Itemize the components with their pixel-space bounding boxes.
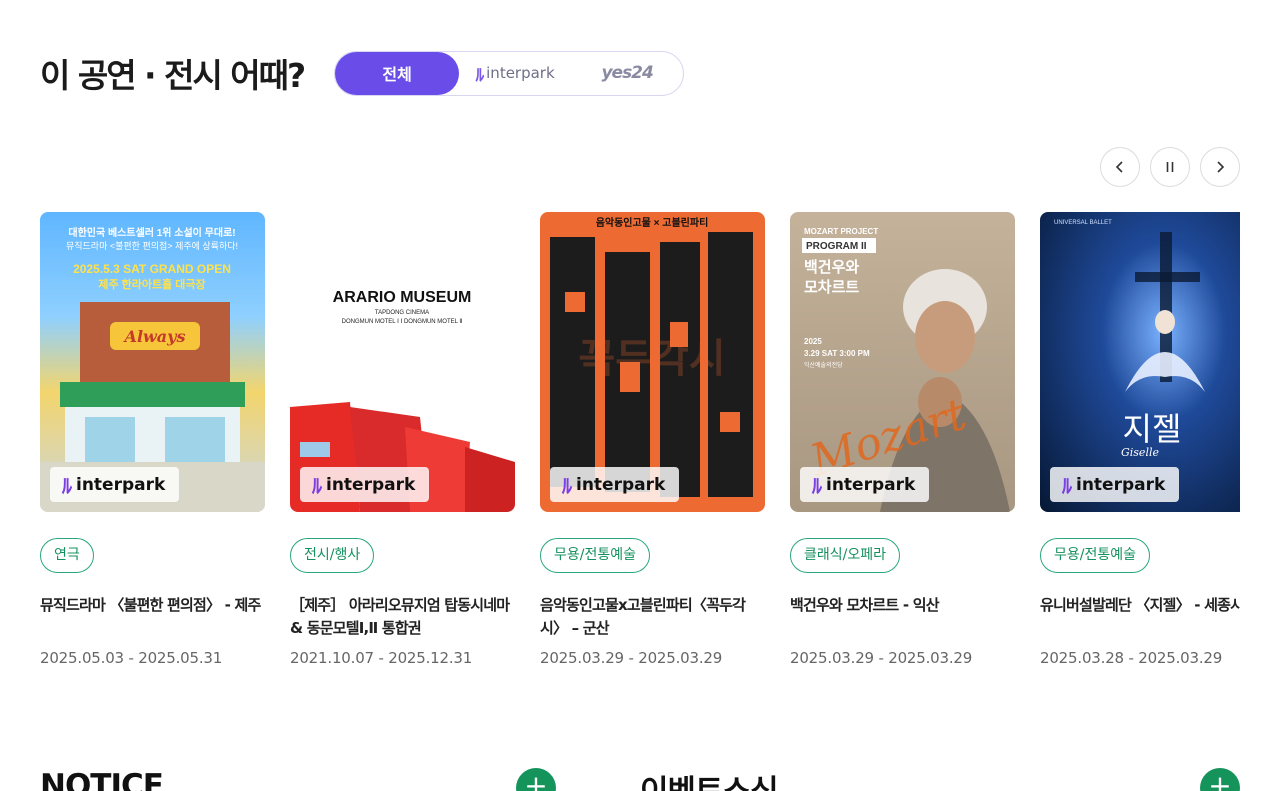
interpark-logo-icon: ﾙ xyxy=(475,65,485,86)
section-title: 이 공연 · 전시 어때? xyxy=(40,56,306,95)
poster-text: PROGRAM II xyxy=(806,241,867,252)
interpark-logo-icon: ﾙ xyxy=(1062,474,1072,498)
interpark-badge: ﾙ interpark xyxy=(1050,467,1180,502)
poster-text: MOZART PROJECT xyxy=(804,227,878,236)
pause-icon xyxy=(1166,162,1174,172)
poster-text: UNIVERSAL BALLET xyxy=(1054,220,1112,226)
poster-text: ARARIO MUSEUM xyxy=(333,289,472,306)
poster-text: 지젤 xyxy=(1123,410,1182,448)
genre-tag: 연극 xyxy=(40,538,94,573)
poster-image[interactable]: 대한민국 베스트셀러 1위 소설이 무대로! 뮤직드라마 <불편한 편의점> 제… xyxy=(40,212,265,512)
event-more-button[interactable]: + xyxy=(1200,768,1240,791)
carousel-controls xyxy=(1100,147,1240,187)
poster-text: 꼭두각시 xyxy=(578,336,725,382)
performance-card[interactable]: MOZART PROJECT PROGRAM II 백건우와 모차르트 2025… xyxy=(790,212,1015,667)
notice-title: NOTICE xyxy=(40,768,164,791)
poster-text: DONGMUN MOTEL Ⅰ Ⅰ DONGMUN MOTEL Ⅱ xyxy=(342,319,463,325)
genre-tag: 클래식/오페라 xyxy=(790,538,900,573)
performance-carousel: 대한민국 베스트셀러 1위 소설이 무대로! 뮤직드라마 <불편한 편의점> 제… xyxy=(40,212,1240,682)
poster-text: 대한민국 베스트셀러 1위 소설이 무대로! xyxy=(68,226,235,239)
card-title[interactable]: 유니버설발레단 〈지젤〉 - 세종시 xyxy=(1040,594,1240,617)
pause-button[interactable] xyxy=(1150,147,1190,187)
poster-text: Giselle xyxy=(1121,446,1159,459)
tab-interpark-label: interpark xyxy=(486,64,555,82)
event-title: 이벤트소식 xyxy=(640,766,779,791)
card-title[interactable]: 백건우와 모차르트 - 익산 xyxy=(790,594,1015,617)
performance-card[interactable]: 음악동인고물 × 고블린파티 꼭두각시 ﾙ interpark 무용/전통예술 … xyxy=(540,212,765,667)
poster-image[interactable]: ARARIO MUSEUM TAPDONG CINEMA DONGMUN MOT… xyxy=(290,212,515,512)
poster-text: 3.29 SAT 3:00 PM xyxy=(804,349,870,358)
notice-more-button[interactable]: + xyxy=(516,768,556,791)
badge-label: interpark xyxy=(76,474,166,495)
poster-text: 제주 한라아트홀 대극장 xyxy=(98,277,205,291)
poster-text: 익산예술의전당 xyxy=(804,361,843,369)
badge-label: interpark xyxy=(326,474,416,495)
poster-text: 모차르트 xyxy=(804,278,859,296)
card-date: 2025.03.29 - 2025.03.29 xyxy=(790,649,973,667)
plus-icon: + xyxy=(524,769,548,791)
performance-card[interactable]: UNIVERSAL BALLET 지젤 Giselle ﾙ interpark … xyxy=(1040,212,1240,667)
tab-interpark[interactable]: ﾙ interpark xyxy=(459,52,571,95)
interpark-logo-icon: ﾙ xyxy=(812,474,822,498)
genre-tag: 무용/전통예술 xyxy=(540,538,650,573)
card-date: 2021.10.07 - 2025.12.31 xyxy=(290,649,473,667)
vendor-tabs: 전체 ﾙ interpark yes24 xyxy=(334,50,685,96)
next-button[interactable] xyxy=(1200,147,1240,187)
card-date: 2025.03.29 - 2025.03.29 xyxy=(540,649,723,667)
poster-text: 백건우와 xyxy=(804,258,859,276)
badge-label: interpark xyxy=(1076,474,1166,495)
poster-text: 2025 xyxy=(804,337,822,346)
plus-icon: + xyxy=(1208,769,1232,791)
performance-card[interactable]: ARARIO MUSEUM TAPDONG CINEMA DONGMUN MOT… xyxy=(290,212,515,667)
poster-text: Always xyxy=(123,327,186,346)
badge-label: interpark xyxy=(826,474,916,495)
card-date: 2025.03.28 - 2025.03.29 xyxy=(1040,649,1223,667)
tab-all[interactable]: 전체 xyxy=(335,51,460,95)
chevron-right-icon xyxy=(1217,161,1225,173)
poster-text: 2025.5.3 SAT GRAND OPEN xyxy=(73,262,231,276)
genre-tag: 전시/행사 xyxy=(290,538,375,573)
interpark-badge: ﾙ interpark xyxy=(300,467,430,502)
poster-text: 뮤직드라마 <불편한 편의점> 제주에 상륙하다! xyxy=(66,240,238,251)
performance-card[interactable]: 대한민국 베스트셀러 1위 소설이 무대로! 뮤직드라마 <불편한 편의점> 제… xyxy=(40,212,265,667)
card-title[interactable]: ［제주］ 아라리오뮤지엄 탑동시네마 & 동문모텔Ⅰ,Ⅱ 통합권 xyxy=(290,594,515,640)
section-header: 이 공연 · 전시 어때? 전체 ﾙ interpark yes24 xyxy=(40,49,685,97)
prev-button[interactable] xyxy=(1100,147,1140,187)
poster-image[interactable]: 음악동인고물 × 고블린파티 꼭두각시 ﾙ interpark xyxy=(540,212,765,512)
interpark-logo-icon: ﾙ xyxy=(562,474,572,498)
chevron-left-icon xyxy=(1115,161,1123,173)
poster-text: 음악동인고물 × 고블린파티 xyxy=(596,216,709,229)
card-date: 2025.05.03 - 2025.05.31 xyxy=(40,649,223,667)
badge-label: interpark xyxy=(576,474,666,495)
poster-text: TAPDONG CINEMA xyxy=(375,310,429,316)
bottom-sections: NOTICE + 이벤트소식 + xyxy=(0,768,1283,791)
poster-image[interactable]: UNIVERSAL BALLET 지젤 Giselle ﾙ interpark xyxy=(1040,212,1240,512)
genre-tag: 무용/전통예술 xyxy=(1040,538,1150,573)
interpark-logo-icon: ﾙ xyxy=(62,474,72,498)
interpark-badge: ﾙ interpark xyxy=(50,467,180,502)
card-title[interactable]: 뮤직드라마 〈불편한 편의점〉 - 제주 xyxy=(40,594,265,617)
interpark-logo-icon: ﾙ xyxy=(312,474,322,498)
interpark-badge: ﾙ interpark xyxy=(550,467,680,502)
card-title[interactable]: 음악동인고물x고블린파티〈꼭두각시〉 – 군산 xyxy=(540,594,765,640)
interpark-badge: ﾙ interpark xyxy=(800,467,930,502)
tab-yes24[interactable]: yes24 xyxy=(571,52,683,95)
poster-image[interactable]: MOZART PROJECT PROGRAM II 백건우와 모차르트 2025… xyxy=(790,212,1015,512)
